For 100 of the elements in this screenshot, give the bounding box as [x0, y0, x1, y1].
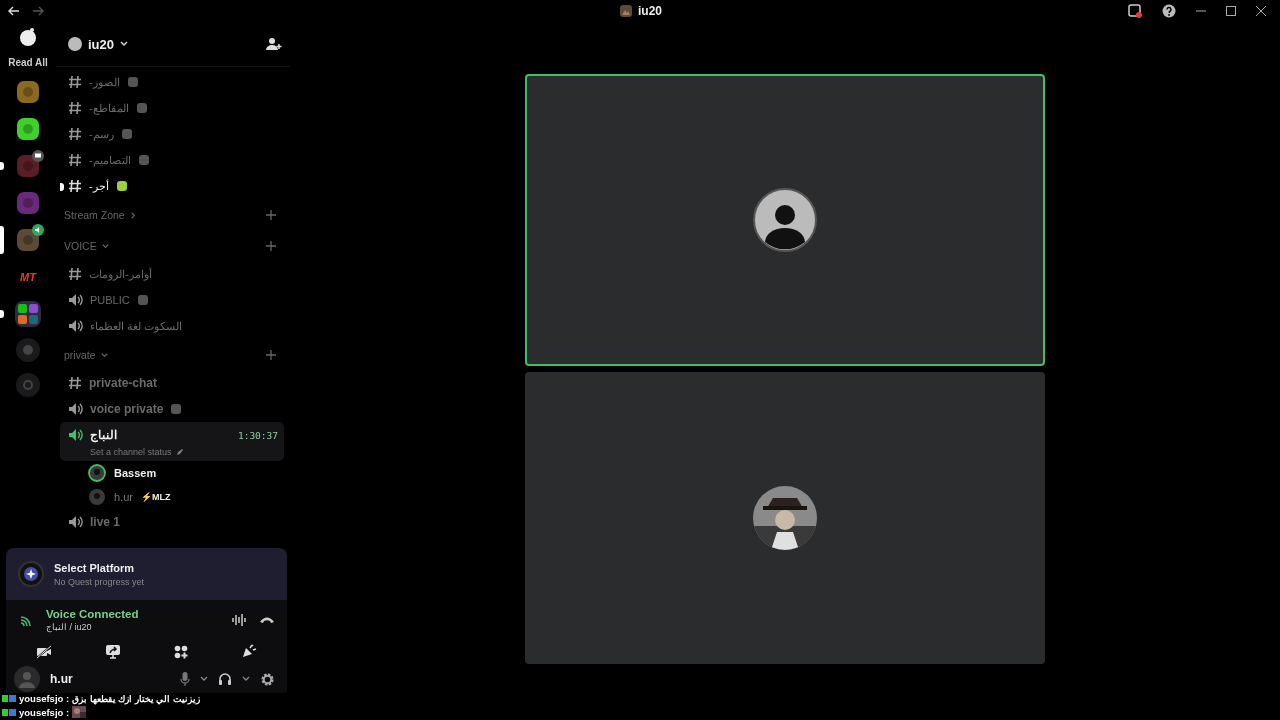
badge-icon	[2, 708, 16, 716]
back-icon[interactable]	[8, 6, 20, 16]
chevron-right-icon[interactable]	[129, 211, 137, 219]
channel-name: -المقاطع	[89, 101, 129, 115]
chevron-down-icon[interactable]	[200, 676, 208, 682]
headphones-icon[interactable]	[218, 672, 232, 686]
close-icon[interactable]	[1256, 6, 1266, 16]
hash-icon	[68, 127, 82, 141]
voice-member[interactable]: h.ur ⚡MLZ	[60, 485, 284, 509]
user-avatar[interactable]	[14, 666, 40, 692]
quest-card[interactable]: Select Platform No Quest progress yet	[6, 548, 287, 600]
channel-name: -رسم	[89, 127, 114, 141]
category-header[interactable]: Stream Zone	[64, 209, 125, 221]
server-icon	[68, 37, 82, 51]
channel-item[interactable]: أوامر-الرومات	[60, 261, 284, 287]
speaker-icon	[68, 515, 83, 529]
camera-off-icon[interactable]	[36, 644, 52, 659]
channel-item[interactable]: -رسم	[60, 121, 284, 147]
category-header[interactable]: private	[64, 349, 96, 361]
home-icon[interactable]	[17, 26, 39, 48]
soundboard-icon[interactable]	[241, 644, 257, 659]
member-name: Bassem	[114, 467, 157, 479]
channel-item[interactable]: voice private	[60, 396, 284, 422]
add-channel-icon[interactable]	[266, 210, 276, 220]
badge-icon	[2, 695, 16, 702]
activities-icon[interactable]	[174, 644, 188, 659]
microphone-icon[interactable]	[180, 672, 190, 686]
hash-icon	[68, 267, 82, 281]
disconnect-icon[interactable]	[259, 616, 275, 624]
emoji-icon	[120, 128, 133, 140]
channel-name: voice private	[90, 402, 164, 416]
emoji-icon	[170, 403, 183, 415]
channel-name: live 1	[90, 515, 121, 529]
user-name: h.ur	[50, 672, 73, 686]
add-channel-icon[interactable]	[266, 350, 276, 360]
channel-item[interactable]: -التصاميم	[60, 147, 284, 173]
quest-subtitle: No Quest progress yet	[54, 576, 145, 587]
hash-icon	[68, 101, 82, 115]
speaker-badge-icon	[32, 224, 44, 236]
chevron-down-icon[interactable]	[100, 351, 108, 359]
add-channel-icon[interactable]	[266, 241, 276, 251]
server-name[interactable]: iu20	[88, 36, 114, 52]
maximize-icon[interactable]	[1226, 6, 1236, 16]
speaker-icon	[68, 319, 83, 333]
channel-name: private-chat	[89, 376, 158, 390]
channel-name: السكوت لغة العظماء	[90, 319, 183, 333]
video-tile[interactable]	[525, 74, 1045, 366]
channel-name: -التصاميم	[89, 153, 131, 167]
speaker-icon	[68, 293, 83, 307]
noise-suppression-icon[interactable]	[231, 613, 247, 627]
window-title: iu20	[638, 4, 662, 18]
forward-icon[interactable]	[32, 6, 44, 16]
video-tile[interactable]	[525, 372, 1045, 664]
chevron-down-icon[interactable]	[101, 242, 109, 250]
pencil-icon[interactable]	[175, 448, 184, 456]
quest-title: Select Platform	[54, 561, 136, 574]
invite-people-icon[interactable]	[266, 37, 282, 51]
chat-username: yousefsjo :	[19, 706, 70, 718]
channel-item[interactable]: private-chat	[60, 370, 284, 396]
emoji-icon	[137, 154, 150, 166]
channel-item[interactable]: PUBLIC	[60, 287, 284, 313]
category-header[interactable]: VOICE	[64, 240, 97, 252]
server-item[interactable]: MT	[0, 264, 56, 290]
channel-item[interactable]: -أجر	[60, 173, 284, 199]
read-all-button[interactable]: Read All	[8, 57, 48, 68]
channel-name: أوامر-الرومات	[89, 267, 152, 281]
inbox-icon[interactable]	[1128, 4, 1142, 18]
chevron-icon[interactable]	[120, 41, 128, 47]
settings-icon[interactable]	[260, 671, 275, 687]
channel-item[interactable]: السكوت لغة العظماء	[60, 313, 284, 339]
speaker-icon	[68, 428, 83, 442]
channel-name: -أجر	[89, 179, 109, 193]
voice-status: Voice Connected	[46, 608, 139, 620]
call-timer: 1:30:37	[237, 429, 278, 441]
channel-item[interactable]: live 1	[60, 509, 284, 535]
chat-message: زيزنيت الي يختار ازك يقطعها بزق	[72, 693, 200, 704]
channel-item[interactable]: -الصور	[60, 69, 284, 95]
help-icon[interactable]	[1162, 4, 1176, 18]
quest-icon	[18, 561, 44, 587]
emoji-icon	[115, 180, 128, 192]
voice-location[interactable]: النباج / iu20	[46, 622, 139, 632]
emoji-icon	[135, 102, 148, 114]
member-name: h.ur	[114, 491, 133, 503]
chat-username: yousefsjo :	[19, 693, 70, 704]
hash-icon	[68, 153, 82, 167]
screen-share-icon[interactable]	[105, 644, 121, 659]
hash-icon	[68, 376, 82, 390]
channel-name: -الصور	[89, 75, 120, 89]
screen-badge-icon	[32, 150, 44, 162]
emoji-icon	[136, 294, 149, 306]
channel-status[interactable]: Set a channel status	[90, 447, 172, 457]
hash-icon	[68, 179, 82, 193]
chevron-down-icon[interactable]	[242, 676, 250, 682]
member-tag: ⚡MLZ	[140, 492, 171, 502]
signal-icon	[20, 613, 34, 627]
speaker-icon	[68, 402, 83, 416]
server-icon: MT	[20, 271, 36, 283]
channel-item[interactable]: -المقاطع	[60, 95, 284, 121]
channel-name: PUBLIC	[90, 294, 130, 306]
voice-member[interactable]: Bassem	[60, 461, 284, 485]
